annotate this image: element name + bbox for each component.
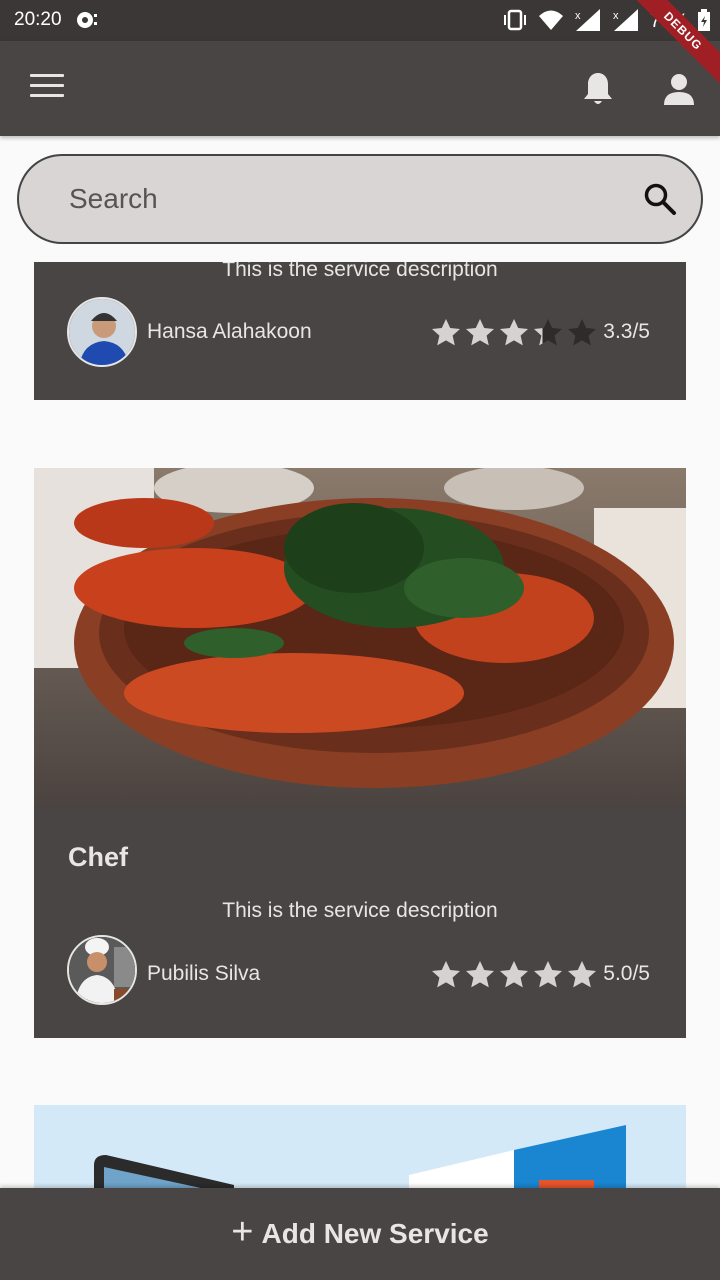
star-icon [464, 317, 496, 353]
app-bar [0, 41, 720, 136]
service-description: This is the service description [222, 899, 498, 922]
star-icon [498, 959, 530, 995]
add-new-service-button[interactable]: + Add New Service [0, 1188, 720, 1280]
star-icon [430, 317, 462, 353]
search-input[interactable] [69, 176, 609, 222]
avatar [67, 297, 137, 367]
search-bar [17, 154, 703, 244]
service-card[interactable] [34, 1105, 686, 1188]
service-card[interactable]: This is the service description Hansa Al… [34, 262, 686, 400]
service-card[interactable]: Chef This is the service description Pub… [34, 468, 686, 1038]
star-icon [464, 959, 496, 995]
star-icon [566, 959, 598, 995]
star-icon [430, 959, 462, 995]
signal-icon: x [574, 8, 602, 36]
profile-icon[interactable] [663, 71, 695, 107]
svg-text:x: x [613, 10, 619, 22]
service-list[interactable]: This is the service description Hansa Al… [0, 262, 720, 1188]
menu-icon[interactable] [30, 74, 64, 102]
status-bar: 20:20 x x 79% DEBUG [0, 0, 720, 92]
service-image [34, 468, 686, 808]
avatar [67, 935, 137, 1005]
wifi-icon [538, 9, 564, 35]
signal-icon-2: x [612, 8, 640, 36]
add-new-service-label: Add New Service [261, 1218, 489, 1249]
provider-name: Hansa Alahakoon [147, 320, 312, 343]
rating-text: 5.0/5 [603, 962, 650, 985]
star-icon [566, 317, 598, 353]
star-icon [532, 959, 564, 995]
svg-text:x: x [575, 10, 581, 22]
star-icon [498, 317, 530, 353]
status-time: 20:20 [14, 9, 62, 30]
service-description: This is the service description [222, 262, 498, 281]
service-image [34, 1105, 686, 1188]
bell-icon[interactable] [582, 71, 614, 107]
battery-icon [698, 9, 710, 35]
rating-stars [430, 317, 598, 353]
rating-stars [430, 959, 598, 995]
service-title: Chef [68, 842, 128, 872]
plus-icon: + [231, 1211, 254, 1253]
star-icon [532, 317, 564, 353]
provider-name: Pubilis Silva [147, 962, 261, 985]
rating-text: 3.3/5 [603, 320, 650, 343]
notification-icon [76, 10, 98, 34]
search-icon[interactable] [643, 182, 677, 220]
vibrate-icon [502, 9, 528, 35]
